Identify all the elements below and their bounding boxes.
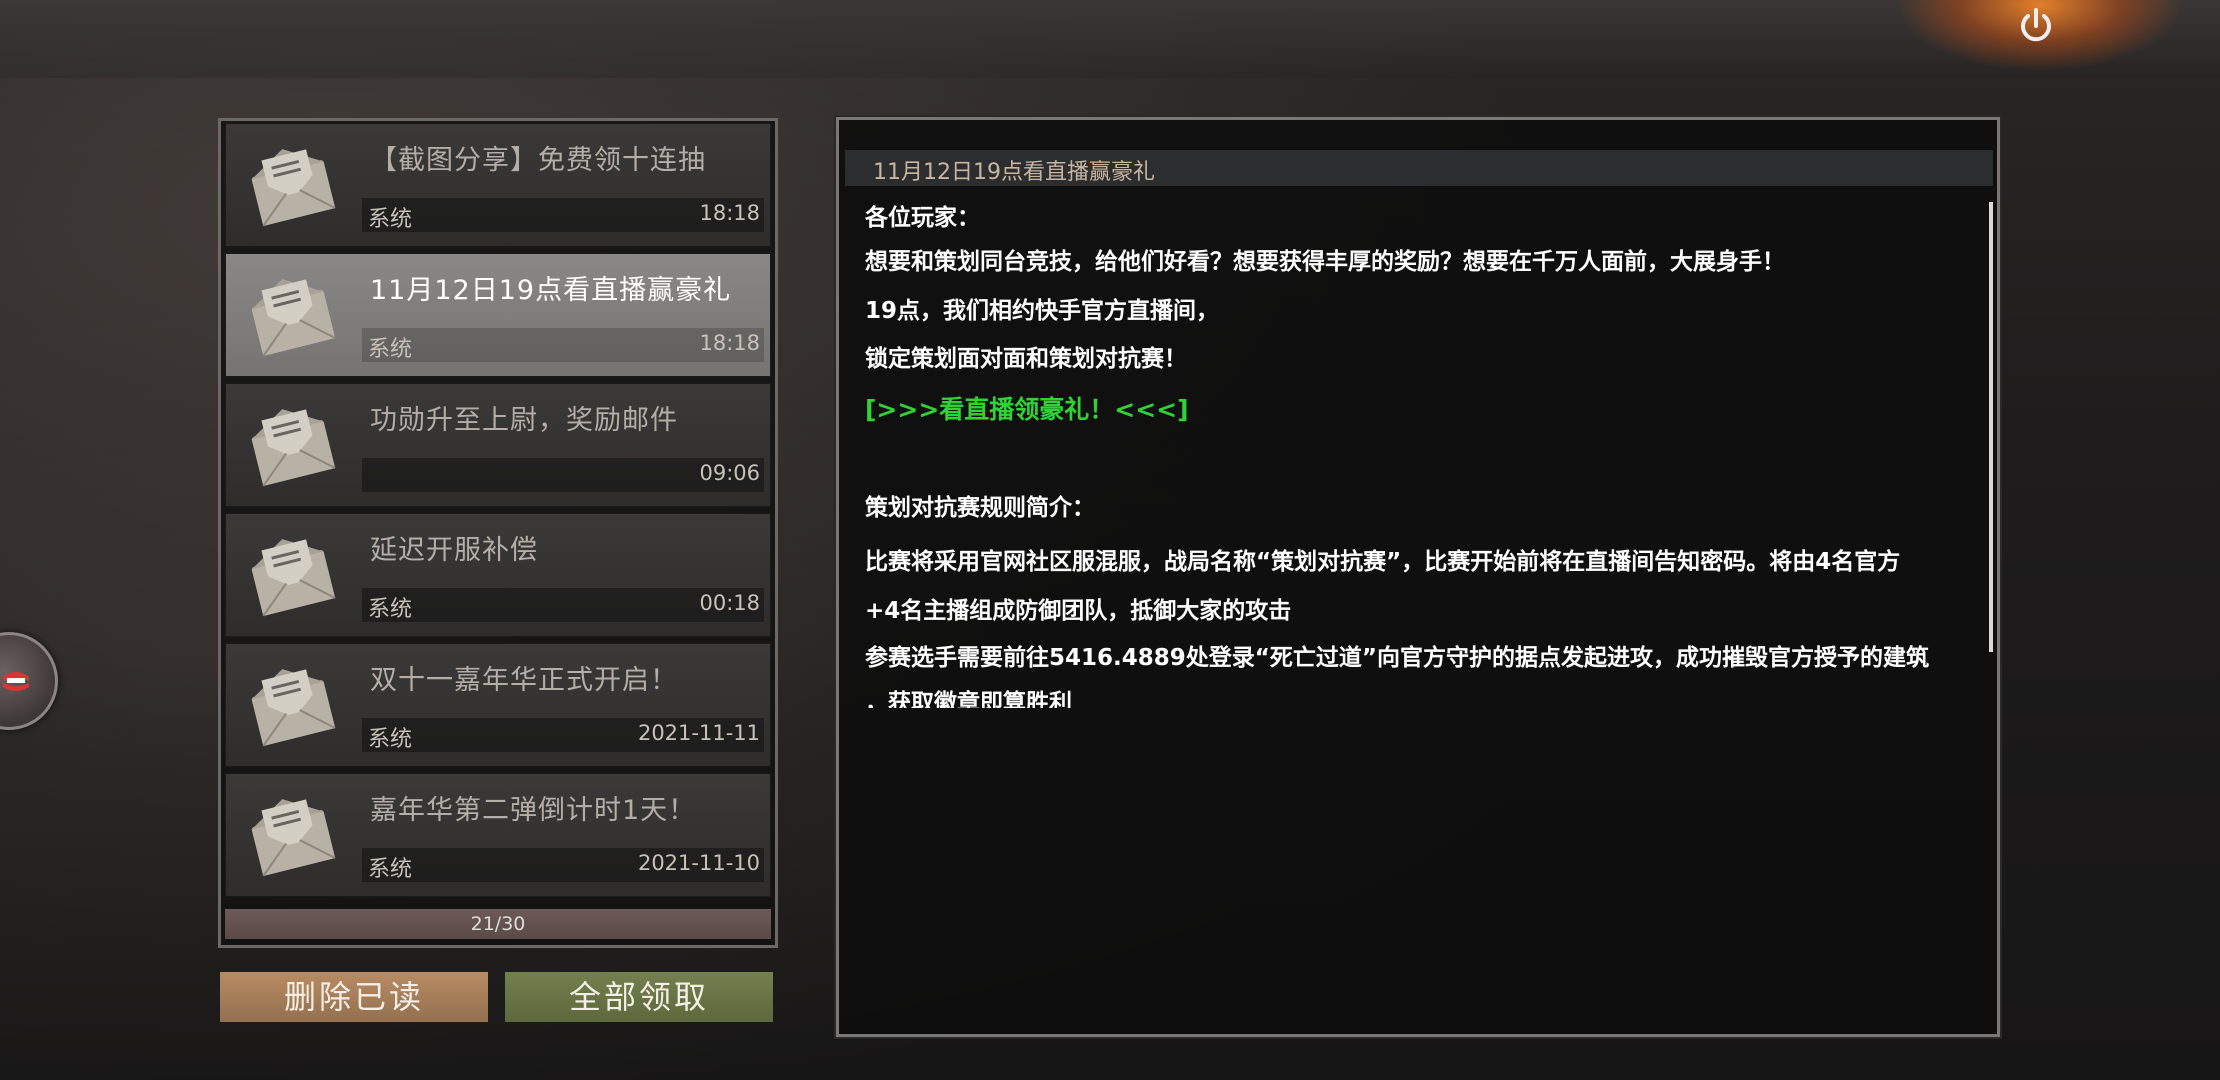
mail-date: 2021-11-10 bbox=[637, 851, 760, 875]
content-line: 比赛将采用官网社区服混服，战局名称“策划对抗赛”，比赛开始前将在直播间告知密码。… bbox=[865, 549, 1901, 575]
envelope-icon bbox=[246, 530, 336, 618]
mail-meta: 系统 2021-11-10 bbox=[362, 848, 764, 882]
mail-sender: 系统 bbox=[368, 207, 413, 232]
content-line: +4名主播组成防御团队，抵御大家的攻击 bbox=[865, 598, 1292, 624]
envelope-icon bbox=[246, 790, 336, 878]
content-line: 参赛选手需要前往5416.4889处登录“死亡过道”向官方守护的据点发起进攻，成… bbox=[865, 645, 1929, 671]
mail-sender: 系统 bbox=[368, 857, 413, 882]
mail-meta: 系统 18:18 bbox=[362, 328, 764, 362]
power-icon bbox=[2021, 8, 2051, 42]
content-scrollbar[interactable] bbox=[1989, 202, 1993, 652]
mail-date: 09:06 bbox=[699, 461, 760, 485]
envelope-icon bbox=[246, 140, 336, 228]
mail-date: 18:18 bbox=[699, 201, 760, 225]
mail-sender: 系统 bbox=[368, 727, 413, 752]
content-line: 想要和策划同台竞技，给他们好看？想要获得丰厚的奖励？想要在千万人面前，大展身手！ bbox=[865, 249, 1785, 275]
live-stream-link[interactable]: [>>>看直播领豪礼！<<<] bbox=[865, 390, 1189, 426]
mail-meta: 09:06 bbox=[362, 458, 764, 492]
mail-meta: 系统 18:18 bbox=[362, 198, 764, 232]
mouth-icon bbox=[3, 672, 29, 691]
mail-title: 11月12日19点看直播赢豪礼 bbox=[370, 275, 732, 306]
mail-date: 18:18 bbox=[699, 331, 760, 355]
mail-item[interactable]: 双十一嘉年华正式开启！ 系统 2021-11-11 bbox=[225, 643, 771, 767]
delete-read-button[interactable]: 删除已读 bbox=[220, 972, 488, 1022]
mail-meta: 系统 2021-11-11 bbox=[362, 718, 764, 752]
mail-title: 延迟开服补偿 bbox=[370, 535, 538, 566]
envelope-icon bbox=[246, 270, 336, 358]
claim-all-button[interactable]: 全部领取 bbox=[505, 972, 773, 1022]
mail-list: 21/30 【截图分享】免费领十连抽 系统 18:18 11月12日19点看直播赢豪礼… bbox=[218, 118, 778, 948]
mail-sender: 系统 bbox=[368, 597, 413, 622]
side-mouth-button[interactable] bbox=[0, 632, 58, 730]
mail-meta: 系统 00:18 bbox=[362, 588, 764, 622]
mail-item[interactable]: 功勋升至上尉，奖励邮件 09:06 bbox=[225, 383, 771, 507]
envelope-icon bbox=[246, 660, 336, 748]
mail-title: 功勋升至上尉，奖励邮件 bbox=[370, 405, 678, 436]
top-bar bbox=[0, 0, 2220, 78]
content-line: 锁定策划面对面和策划对抗赛！ bbox=[865, 346, 1187, 372]
mail-date: 00:18 bbox=[699, 591, 760, 615]
envelope-icon bbox=[246, 400, 336, 488]
content-line: ，获取徽章即算胜利 bbox=[865, 690, 1072, 708]
mail-title: 双十一嘉年华正式开启！ bbox=[370, 665, 678, 696]
mail-title: 【截图分享】免费领十连抽 bbox=[370, 145, 706, 176]
mail-sender: 系统 bbox=[368, 337, 413, 362]
mail-item[interactable]: 【截图分享】免费领十连抽系统 18:18 bbox=[225, 123, 771, 247]
mail-title: 嘉年华第二弹倒计时1天！ bbox=[370, 795, 697, 826]
content-line: 19点，我们相约快手官方直播间， bbox=[865, 298, 1220, 324]
mail-content-panel: 11月12日19点看直播赢豪礼 各位玩家： 想要和策划同台竞技，给他们好看？想要获… bbox=[836, 117, 2000, 1037]
mail-content-header: 11月12日19点看直播赢豪礼 bbox=[845, 150, 1993, 186]
mail-item[interactable]: 延迟开服补偿系统 00:18 bbox=[225, 513, 771, 637]
mail-item[interactable]: 11月12日19点看直播赢豪礼系统 18:18 bbox=[225, 253, 771, 377]
mail-content-body[interactable]: 各位玩家： 想要和策划同台竞技，给他们好看？想要获得丰厚的奖励？想要在千万人面前，… bbox=[855, 198, 2005, 708]
mail-date: 2021-11-11 bbox=[637, 721, 760, 745]
mail-item[interactable]: 嘉年华第二弹倒计时1天！ 系统 2021-11-10 bbox=[225, 773, 771, 897]
content-line: 各位玩家： bbox=[865, 205, 980, 231]
content-line: 策划对抗赛规则简介： bbox=[865, 495, 1095, 521]
mail-content-title: 11月12日19点看直播赢豪礼 bbox=[873, 160, 1155, 185]
power-button[interactable] bbox=[2016, 6, 2056, 46]
page-indicator: 21/30 bbox=[225, 909, 771, 939]
